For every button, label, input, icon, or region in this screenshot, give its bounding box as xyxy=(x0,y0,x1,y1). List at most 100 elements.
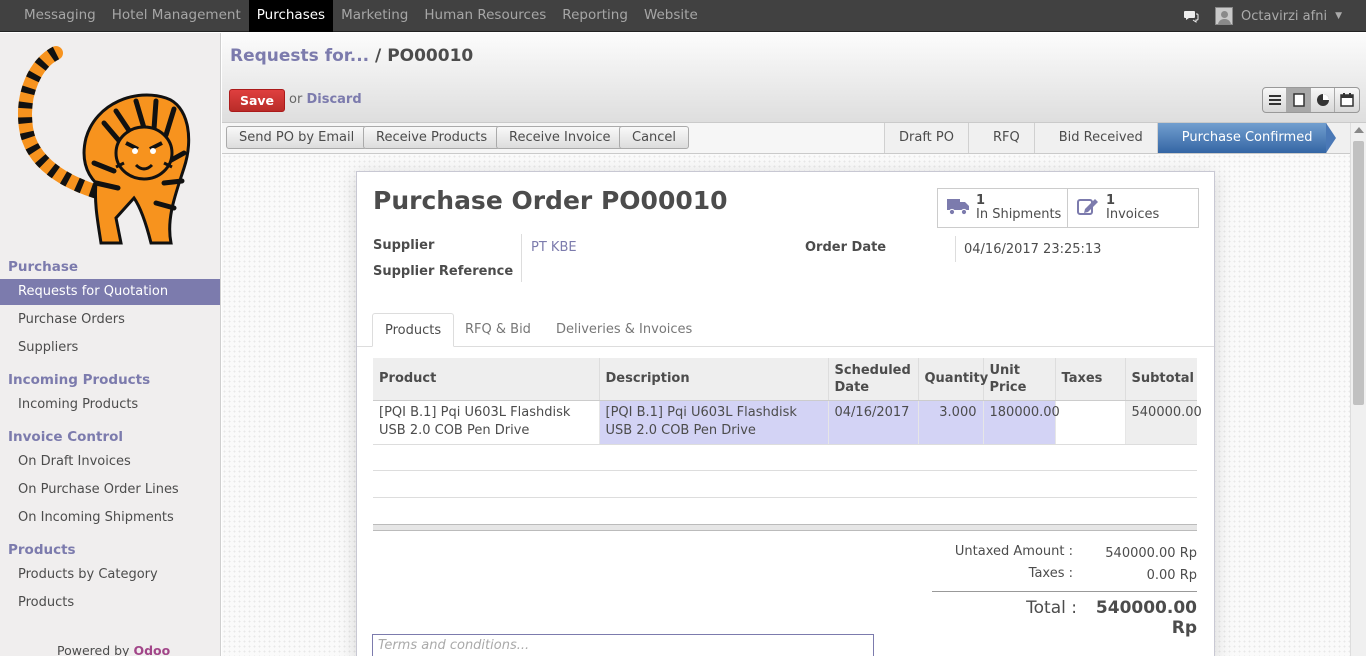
sidebar-item-purchase-orders[interactable]: Purchase Orders xyxy=(0,307,220,333)
control-panel: Requests for... / PO00010 Save or Discar… xyxy=(222,33,1366,123)
tab-products[interactable]: Products xyxy=(372,313,455,347)
chevron-down-icon[interactable]: ▼ xyxy=(1335,11,1342,21)
stage-draft-po[interactable]: Draft PO xyxy=(884,123,968,153)
send-po-by-email-button[interactable]: Send PO by Email xyxy=(226,126,368,149)
sidebar-item-on-incoming-shipments[interactable]: On Incoming Shipments xyxy=(0,505,220,531)
order-date-label: Order Date xyxy=(805,240,887,255)
order-date-field[interactable]: 04/16/2017 23:25:13 xyxy=(964,242,1101,257)
sidebar-item-on-purchase-order-lines[interactable]: On Purchase Order Lines xyxy=(0,477,220,503)
sidebar-item-products-by-category[interactable]: Products by Category xyxy=(0,562,220,588)
chat-icon[interactable] xyxy=(1183,8,1199,24)
col-subtotal[interactable]: Subtotal xyxy=(1124,358,1197,401)
top-menu: Messaging Hotel Management Purchases Mar… xyxy=(0,0,706,32)
terms-and-conditions-field[interactable]: Terms and conditions... xyxy=(372,634,874,656)
menu-reporting[interactable]: Reporting xyxy=(554,0,636,32)
line-unit-price[interactable]: 180000.00 xyxy=(982,400,1060,445)
shipments-label: In Shipments xyxy=(976,207,1062,222)
line-scheduled-date[interactable]: 04/16/2017 xyxy=(827,400,918,445)
taxes-label: Taxes : xyxy=(1028,566,1073,581)
graph-view-icon[interactable] xyxy=(1311,88,1335,112)
untaxed-amount-label: Untaxed Amount : xyxy=(954,544,1073,559)
breadcrumb-link-requests[interactable]: Requests for... xyxy=(230,46,369,66)
odoo-link[interactable]: Odoo xyxy=(133,643,170,656)
action-bar: Send PO by Email Receive Products Receiv… xyxy=(222,123,1366,154)
form-sheet: Purchase Order PO00010 1 In Shipments 1 … xyxy=(356,171,1215,656)
menu-messaging[interactable]: Messaging xyxy=(0,0,104,32)
pencil-square-icon xyxy=(1076,196,1100,220)
line-subtotal: 540000.00 xyxy=(1124,400,1202,445)
discard-area: or Discard xyxy=(289,92,362,107)
total-label: Total : xyxy=(1026,598,1077,618)
powered-by: Powered by Odoo xyxy=(57,643,170,656)
field-divider xyxy=(521,234,522,282)
sidebar-item-on-draft-invoices[interactable]: On Draft Invoices xyxy=(0,449,220,475)
sidebar-item-products[interactable]: Products xyxy=(0,590,220,616)
order-number: PO00010 xyxy=(600,186,728,215)
scroll-up-arrow-icon[interactable] xyxy=(1354,127,1364,133)
col-product[interactable]: Product xyxy=(373,358,599,401)
col-quantity[interactable]: Quantity xyxy=(917,358,988,401)
sidebar-item-suppliers[interactable]: Suppliers xyxy=(0,335,220,361)
tab-deliveries-invoices[interactable]: Deliveries & Invoices xyxy=(544,313,704,347)
user-name[interactable]: Octavirzi afni xyxy=(1241,9,1327,24)
invoices-button[interactable]: 1 Invoices xyxy=(1068,188,1199,228)
sidebar-section-invoice-control: Invoice Control xyxy=(8,429,124,445)
table-row[interactable]: [PQI B.1] Pqi U603L Flashdisk USB 2.0 CO… xyxy=(373,400,1202,445)
form-view-icon[interactable] xyxy=(1287,88,1311,112)
page-title: Purchase Order PO00010 xyxy=(373,186,728,215)
supplier-reference-label: Supplier Reference xyxy=(373,264,514,279)
status-bar: Draft PO RFQ Bid Received Purchase Confi… xyxy=(884,123,1366,153)
top-navbar: Messaging Hotel Management Purchases Mar… xyxy=(0,0,1366,32)
line-taxes[interactable] xyxy=(1054,400,1125,445)
scrollbar-thumb[interactable] xyxy=(1353,141,1364,405)
sidebar-item-requests-for-quotation[interactable]: Requests for Quotation xyxy=(0,279,220,305)
empty-row-divider xyxy=(373,497,1197,498)
line-product[interactable]: [PQI B.1] Pqi U603L Flashdisk USB 2.0 CO… xyxy=(373,400,599,445)
menu-hotel-management[interactable]: Hotel Management xyxy=(104,0,249,32)
stage-rfq[interactable]: RFQ xyxy=(967,123,1034,153)
col-taxes[interactable]: Taxes xyxy=(1054,358,1125,401)
view-switcher xyxy=(1262,87,1360,113)
discard-button[interactable]: Discard xyxy=(306,92,361,107)
stage-bid-received[interactable]: Bid Received xyxy=(1033,123,1157,153)
company-logo[interactable] xyxy=(16,43,196,248)
cancel-button[interactable]: Cancel xyxy=(619,126,690,149)
col-unit-price[interactable]: Unit Price xyxy=(982,358,1055,401)
table-header-row: Product Description Scheduled Date Quant… xyxy=(373,358,1197,401)
receive-products-button[interactable]: Receive Products xyxy=(363,126,501,149)
stage-purchase-confirmed[interactable]: Purchase Confirmed xyxy=(1156,123,1337,153)
sidebar-item-incoming-products[interactable]: Incoming Products xyxy=(0,392,220,418)
menu-marketing[interactable]: Marketing xyxy=(333,0,416,32)
supplier-field[interactable]: PT KBE xyxy=(531,240,577,255)
user-area: Octavirzi afni ▼ xyxy=(1183,0,1342,32)
order-lines-table: Product Description Scheduled Date Quant… xyxy=(373,358,1202,445)
avatar[interactable] xyxy=(1215,7,1234,25)
taxes-value: 0.00 Rp xyxy=(1146,568,1197,583)
line-description[interactable]: [PQI B.1] Pqi U603L Flashdisk USB 2.0 CO… xyxy=(598,400,828,445)
scrollbar[interactable] xyxy=(1350,123,1366,656)
table-footer xyxy=(373,524,1197,531)
calendar-view-icon[interactable] xyxy=(1335,88,1359,112)
in-shipments-button[interactable]: 1 In Shipments xyxy=(937,188,1068,228)
tab-rfq-bid[interactable]: RFQ & Bid xyxy=(453,313,543,347)
title-prefix: Purchase Order xyxy=(373,186,593,215)
notebook-tabs: Products RFQ & Bid Deliveries & Invoices xyxy=(357,313,1214,347)
col-description[interactable]: Description xyxy=(598,358,828,401)
line-quantity[interactable]: 3.000 xyxy=(917,400,983,445)
total-value: 540000.00 Rp xyxy=(1095,598,1197,638)
list-view-icon[interactable] xyxy=(1263,88,1287,112)
receive-invoice-button[interactable]: Receive Invoice xyxy=(496,126,624,149)
menu-human-resources[interactable]: Human Resources xyxy=(416,0,554,32)
invoices-count: 1 xyxy=(1106,193,1116,208)
col-scheduled-date[interactable]: Scheduled Date xyxy=(827,358,918,401)
sidebar-section-purchase: Purchase xyxy=(8,259,79,275)
field-divider xyxy=(955,236,956,262)
empty-row-divider xyxy=(373,470,1197,471)
untaxed-amount-value: 540000.00 Rp xyxy=(1105,546,1197,561)
menu-website[interactable]: Website xyxy=(636,0,706,32)
totals-separator xyxy=(932,591,1197,592)
breadcrumb: Requests for... / PO00010 xyxy=(230,46,473,66)
supplier-label: Supplier xyxy=(373,238,435,253)
save-button[interactable]: Save xyxy=(229,89,285,112)
menu-purchases[interactable]: Purchases xyxy=(248,0,334,32)
